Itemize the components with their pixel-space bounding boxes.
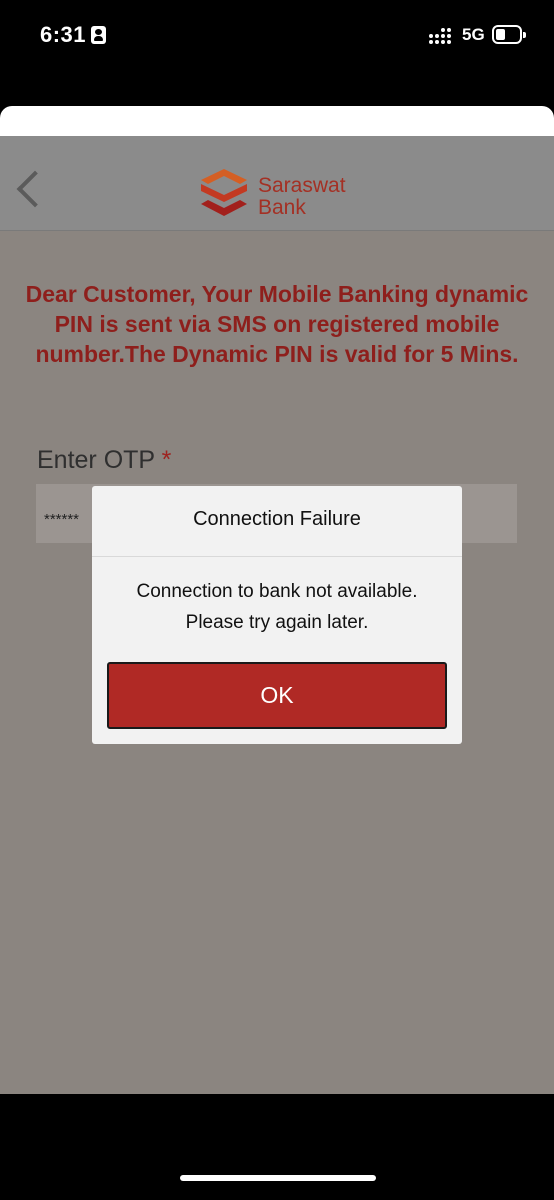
signal-dots-icon [429, 27, 455, 45]
status-bar: 6:31 5G [0, 0, 554, 72]
logo-text-line2: Bank [258, 196, 306, 219]
battery-icon [492, 25, 526, 44]
ok-button[interactable]: OK [107, 662, 447, 729]
status-time: 6:31 [40, 22, 87, 47]
otp-label: Enter OTP * [37, 446, 171, 475]
required-marker: * [161, 446, 172, 474]
logo-text-line1: Saraswat [258, 174, 346, 197]
home-indicator[interactable] [180, 1175, 376, 1181]
back-button[interactable] [8, 166, 48, 216]
dynamic-pin-notice: Dear Customer, Your Mobile Banking dynam… [25, 281, 529, 367]
dialog-message: Connection to bank not available. Please… [92, 576, 462, 638]
dialog-divider [92, 556, 462, 557]
dialog-message-line2: Please try again later. [185, 612, 369, 633]
app-header: Saraswat Bank [0, 136, 554, 231]
connection-failure-dialog: Connection Failure Connection to bank no… [92, 486, 462, 744]
id-card-icon [91, 26, 106, 44]
otp-label-text: Enter OTP [37, 446, 155, 474]
network-label: 5G [462, 25, 485, 44]
bottom-bar [0, 1094, 554, 1200]
dialog-message-line1: Connection to bank not available. [136, 581, 418, 602]
saraswat-bank-logo: Saraswat Bank [198, 167, 358, 223]
dialog-title: Connection Failure [193, 508, 361, 530]
bank-logo-mark-icon [201, 169, 247, 216]
